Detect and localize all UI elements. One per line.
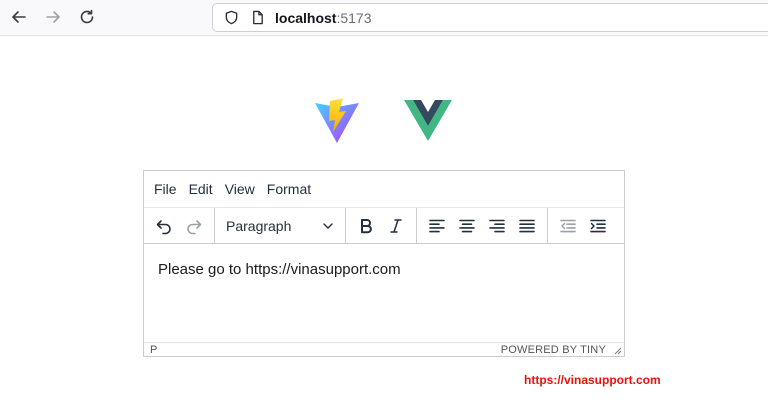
align-center-button[interactable] — [452, 212, 482, 240]
outdent-button[interactable] — [553, 212, 583, 240]
shield-icon[interactable] — [223, 10, 239, 26]
menu-edit[interactable]: Edit — [183, 176, 219, 202]
indent-button[interactable] — [583, 212, 613, 240]
undo-button[interactable] — [149, 212, 179, 240]
rich-text-editor: File Edit View Format Paragraph Please g… — [143, 170, 625, 357]
redo-button[interactable] — [179, 212, 209, 240]
back-button[interactable] — [7, 5, 31, 29]
bold-icon — [361, 218, 372, 233]
undo-icon — [156, 219, 171, 234]
vite-logo[interactable] — [313, 98, 361, 144]
vite-logo-icon — [315, 98, 359, 143]
text-style-group — [346, 208, 417, 243]
block-format-group: Paragraph — [215, 208, 346, 243]
powered-by-link[interactable]: POWERED BY TINY — [501, 344, 606, 356]
page-icon[interactable] — [249, 10, 265, 26]
align-justify-button[interactable] — [512, 212, 542, 240]
indent-icon — [590, 219, 606, 232]
block-format-value: Paragraph — [226, 217, 292, 234]
menu-format[interactable]: Format — [261, 176, 317, 202]
editor-statusbar: P POWERED BY TINY — [144, 342, 624, 356]
url-port: :5173 — [336, 9, 372, 26]
menu-file[interactable]: File — [148, 176, 183, 202]
vue-logo[interactable] — [404, 100, 452, 141]
forward-arrow-icon — [46, 11, 60, 23]
reload-icon — [80, 9, 94, 24]
resize-handle-icon[interactable] — [613, 346, 622, 355]
align-center-icon — [459, 219, 475, 232]
forward-button[interactable] — [41, 5, 65, 29]
watermark-text: https://vinasupport.com — [524, 373, 661, 387]
indent-group — [548, 208, 618, 243]
history-group — [144, 208, 215, 243]
back-arrow-icon — [12, 11, 26, 23]
redo-icon — [187, 219, 202, 234]
bold-button[interactable] — [351, 212, 381, 240]
browser-toolbar: localhost:5173 — [0, 0, 768, 36]
align-right-button[interactable] — [482, 212, 512, 240]
element-path[interactable]: P — [150, 344, 157, 356]
menu-view[interactable]: View — [219, 176, 261, 202]
block-format-select[interactable]: Paragraph — [220, 212, 340, 240]
outdent-icon — [560, 219, 576, 232]
italic-icon — [390, 218, 402, 233]
alignment-group — [417, 208, 548, 243]
url-bar[interactable]: localhost:5173 — [212, 3, 768, 32]
align-left-icon — [429, 219, 445, 232]
vue-logo-icon — [404, 100, 452, 141]
editor-menubar: File Edit View Format — [144, 171, 624, 208]
reload-button[interactable] — [75, 5, 99, 29]
align-left-button[interactable] — [422, 212, 452, 240]
url-host: localhost — [275, 9, 337, 26]
editor-toolbar: Paragraph — [144, 208, 624, 244]
editor-content[interactable]: Please go to https://vinasupport.com — [144, 244, 624, 342]
align-right-icon — [489, 219, 505, 232]
align-justify-icon — [519, 219, 535, 232]
italic-button[interactable] — [381, 212, 411, 240]
chevron-down-icon — [323, 222, 333, 229]
